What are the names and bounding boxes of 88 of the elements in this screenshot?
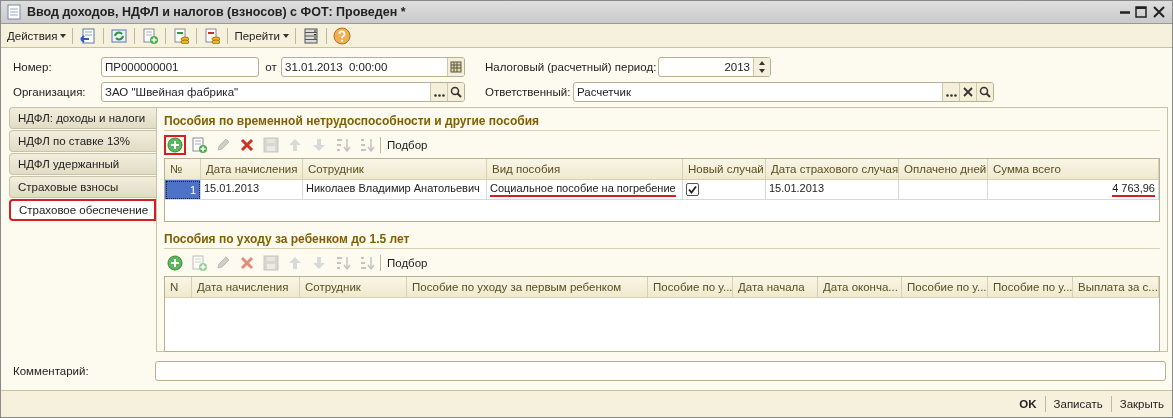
period-field[interactable]: 2013 bbox=[658, 56, 771, 77]
column-header[interactable]: Дата оконча... bbox=[818, 277, 902, 297]
more-icon bbox=[945, 94, 957, 97]
pencil-icon bbox=[215, 137, 231, 153]
help-icon bbox=[332, 26, 351, 45]
field-label: Номер: bbox=[12, 60, 53, 73]
maximize-icon bbox=[1134, 5, 1148, 19]
tab[interactable]: НДФЛ по ставке 13% bbox=[9, 130, 156, 152]
column-header[interactable]: Пособие по у... bbox=[902, 277, 988, 297]
column-header[interactable]: Пособие по у... bbox=[988, 277, 1073, 297]
column-header[interactable]: Новый случай bbox=[683, 159, 766, 179]
close-icon bbox=[1152, 5, 1166, 19]
number-field[interactable]: ПР000000001 bbox=[101, 56, 259, 77]
column-header[interactable]: Пособие по у... bbox=[648, 277, 733, 297]
sort-icon bbox=[335, 137, 351, 153]
field-label: от bbox=[264, 60, 278, 73]
field-label: Комментарий: bbox=[12, 365, 90, 377]
minimize-icon bbox=[1120, 10, 1130, 14]
pick-button[interactable]: Подбор bbox=[383, 139, 432, 151]
check-icon bbox=[688, 185, 697, 194]
delete-icon bbox=[239, 255, 255, 271]
column-header[interactable]: Дата начисления bbox=[201, 159, 303, 179]
column-header[interactable]: Дата страхового случая bbox=[766, 159, 899, 179]
add-button[interactable] bbox=[164, 135, 186, 155]
column-header[interactable]: Дата начала bbox=[733, 277, 818, 297]
responsible-field[interactable]: Расчетчик bbox=[573, 81, 994, 102]
document-plus-icon bbox=[191, 137, 207, 153]
document-icon bbox=[7, 4, 21, 20]
document-plus-icon bbox=[191, 255, 207, 271]
arrow-down-icon bbox=[311, 255, 327, 271]
column-header[interactable]: Выплата за с... bbox=[1073, 277, 1159, 297]
table-cell-text: 15.01.2013 bbox=[769, 182, 825, 196]
field-label: Ответственный: bbox=[484, 85, 572, 98]
section-title: Пособия по временной нетрудоспособности и другие пособия bbox=[164, 112, 1160, 131]
document-coins-icon bbox=[173, 27, 190, 44]
sort-icon bbox=[335, 255, 351, 271]
column-header[interactable]: Пособие по уходу за первым ребенком bbox=[407, 277, 648, 297]
row-number: 1 bbox=[165, 180, 201, 200]
field-label: Налоговый (расчетный) период: bbox=[484, 60, 658, 73]
window-title: Ввод доходов, НДФЛ и налогов (взносов) с ФОТ: Проведен * bbox=[27, 5, 406, 19]
document-plus-icon bbox=[142, 27, 159, 44]
arrow-up-icon bbox=[287, 137, 303, 153]
tab[interactable]: НДФЛ удержанный bbox=[9, 153, 156, 175]
menu-button[interactable]: Действия bbox=[5, 27, 69, 44]
table-cell-text: 15.01.2013 bbox=[204, 182, 260, 196]
clear-icon bbox=[962, 85, 974, 98]
footer-button[interactable]: Закрыть bbox=[1117, 396, 1166, 412]
search-icon bbox=[979, 85, 991, 98]
column-header[interactable]: Сотрудник bbox=[300, 277, 407, 297]
pick-button[interactable]: Подбор bbox=[383, 257, 432, 269]
refresh-icon bbox=[111, 27, 128, 44]
tab[interactable]: НДФЛ: доходы и налоги bbox=[9, 107, 156, 129]
field-label: Организация: bbox=[12, 85, 87, 98]
sort-icon bbox=[359, 255, 375, 271]
column-header[interactable]: Сотрудник bbox=[303, 159, 487, 179]
footer-button[interactable]: Записать bbox=[1051, 396, 1105, 412]
organization-field[interactable]: ЗАО "Швейная фабрика" bbox=[101, 81, 465, 102]
checkbox[interactable] bbox=[686, 183, 699, 196]
menu-button[interactable]: Перейти bbox=[232, 27, 291, 44]
plus-icon bbox=[167, 137, 183, 153]
tab[interactable]: Страховое обеспечение bbox=[9, 199, 156, 221]
column-header[interactable]: N bbox=[165, 277, 192, 297]
list-icon bbox=[302, 27, 319, 44]
table-cell-text: Николаев Владимир Анатольевич bbox=[306, 182, 480, 196]
delete-icon bbox=[239, 137, 255, 153]
column-header[interactable]: Оплачено дней bbox=[899, 159, 988, 179]
add-button[interactable] bbox=[164, 253, 186, 273]
footer-button[interactable]: OK bbox=[1017, 396, 1039, 412]
table-cell: 4 763,96 bbox=[1112, 182, 1155, 197]
help-button[interactable] bbox=[330, 25, 353, 46]
column-header[interactable]: Вид пособия bbox=[487, 159, 683, 179]
column-header[interactable]: Сумма всего bbox=[988, 159, 1159, 179]
table-cell: Социальное пособие на погребение bbox=[490, 182, 676, 197]
section-title: Пособия по уходу за ребенком до 1.5 лет bbox=[164, 230, 1160, 249]
date-field[interactable]: 31.01.2013 0:00:00 bbox=[281, 56, 465, 77]
search-icon bbox=[450, 85, 462, 98]
column-header[interactable]: № bbox=[165, 159, 201, 179]
comment-field[interactable] bbox=[155, 361, 1166, 381]
tab[interactable]: Страховые взносы bbox=[9, 176, 156, 198]
calendar-icon bbox=[450, 60, 462, 73]
pencil-icon bbox=[215, 255, 231, 271]
plus-icon bbox=[167, 255, 183, 271]
arrow-down-icon bbox=[311, 137, 327, 153]
arrow-up-icon bbox=[287, 255, 303, 271]
document-coins-icon bbox=[204, 27, 221, 44]
sort-icon bbox=[359, 137, 375, 153]
more-icon bbox=[433, 94, 445, 97]
column-header[interactable]: Дата начисления bbox=[192, 277, 300, 297]
